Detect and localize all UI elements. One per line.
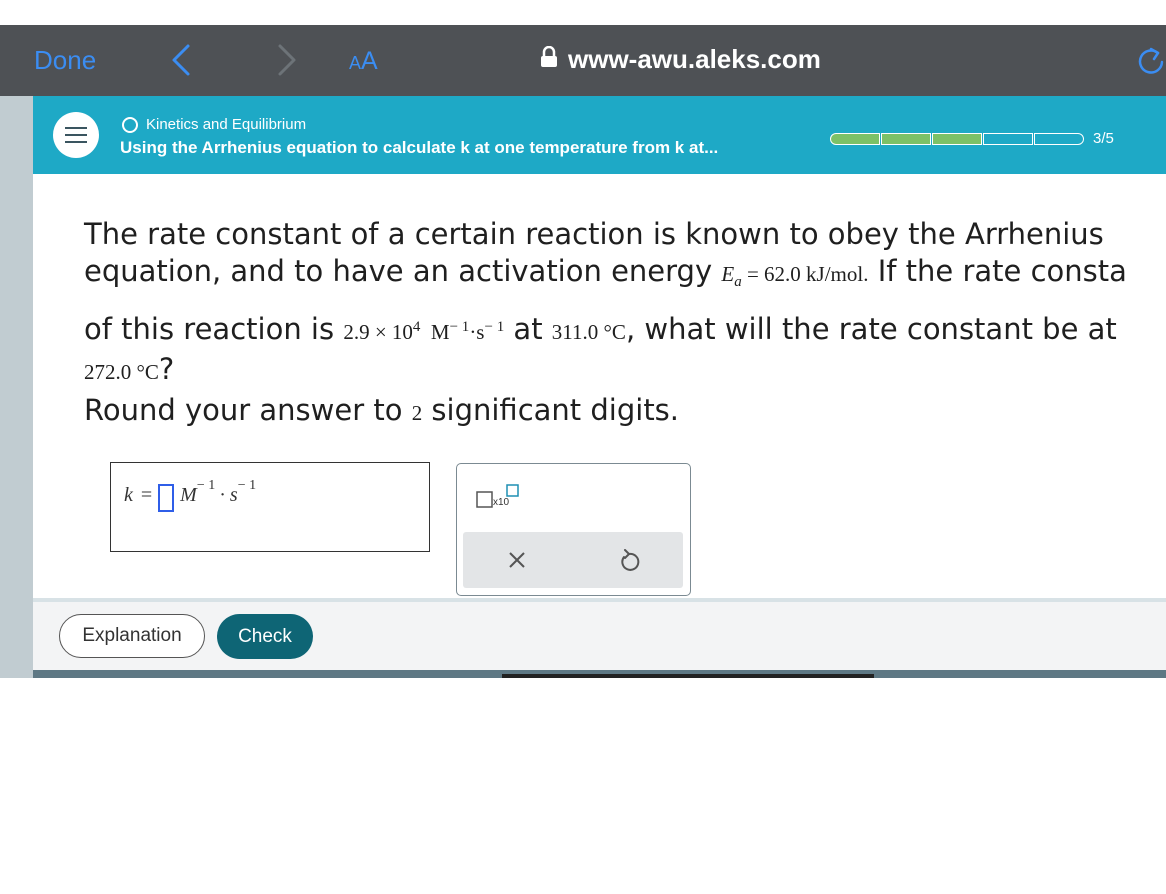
s-exponent: − 1 [237,478,257,493]
topic-circle-icon [122,116,138,133]
temperature-2: 272.0 °C [84,360,159,385]
s-unit: s [229,484,238,506]
hamburger-icon [65,127,87,129]
forward-icon[interactable] [274,40,300,85]
activation-energy: Ea = 62.0 kJ/mol. [721,262,869,291]
progress-bar: 3/5 [830,130,1114,147]
answer-input[interactable] [158,484,175,512]
topic-label: Kinetics and Equilibrium [146,116,307,133]
progress-segment [1034,132,1084,145]
k-symbol: k [124,484,133,506]
progress-segment [830,132,880,145]
explanation-button[interactable]: Explanation [59,614,205,658]
dot-operator: · [219,484,226,506]
close-icon[interactable] [507,550,527,575]
reload-icon[interactable] [1136,46,1166,81]
answer-formula: k = M − 1 · s − 1 [124,478,256,512]
tool-actions [463,532,683,588]
undo-icon[interactable] [618,549,640,578]
problem-title: Using the Arrhenius equation to calculat… [120,138,719,157]
question-line-4: 272.0 °C? [84,352,175,387]
question-line-2: equation, and to have an activation ener… [84,254,1127,291]
check-button[interactable]: Check [217,614,313,659]
progress-segments [830,132,1085,145]
progress-segment [881,132,931,145]
back-icon[interactable] [168,40,194,85]
rounding-instruction: Round your answer to 2 significant digit… [84,393,680,427]
question-text: The rate constant of a certain reaction … [84,216,1166,391]
progress-segment [983,132,1033,145]
temperature-1: 311.0 °C [551,320,626,345]
menu-button[interactable] [53,112,99,158]
lock-icon [540,45,558,73]
question-line-3: of this reaction is 2.9 × 104 M− 1·s− 1 … [84,312,1117,347]
question-line-1: The rate constant of a certain reaction … [84,217,1104,251]
address-bar[interactable]: www-awu.aleks.com [540,44,821,75]
m-exponent: − 1 [196,478,216,493]
x10-label: x10 [493,497,510,508]
home-indicator [502,674,874,678]
done-button[interactable]: Done [34,45,96,76]
aa-large: A [361,47,378,75]
text-size-button[interactable]: AA [349,47,378,76]
rate-constant-value: 2.9 × 104 M− 1·s− 1 [343,319,505,345]
aa-small: A [349,53,362,73]
scientific-notation-button[interactable]: x10 [476,484,522,517]
left-margin [0,96,33,678]
equals-sign: = [140,484,153,506]
m-unit: M [180,484,197,506]
url-text: www-awu.aleks.com [568,44,821,74]
progress-label: 3/5 [1093,130,1114,147]
topic-row: Kinetics and Equilibrium [122,116,306,133]
progress-segment [932,132,982,145]
